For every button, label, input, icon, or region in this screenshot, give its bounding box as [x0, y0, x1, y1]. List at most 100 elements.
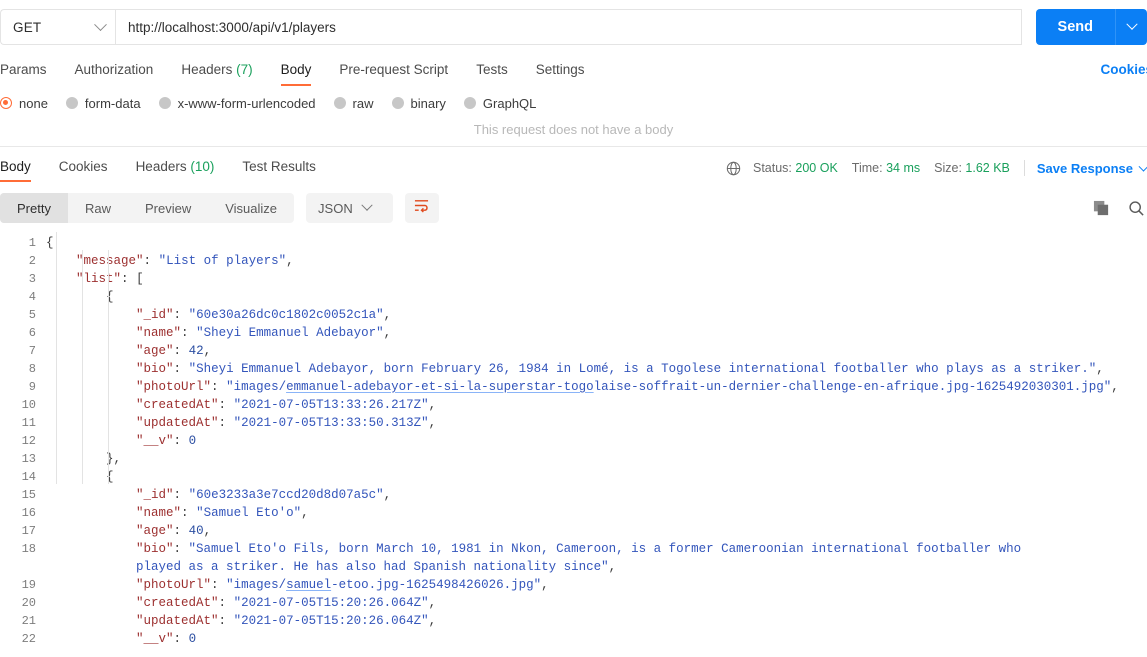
line-number: 13 [21, 452, 36, 466]
http-method-select[interactable]: GET [0, 9, 115, 45]
time-badge[interactable]: Time: 34 ms [852, 161, 920, 175]
code-text: "age": 40, [136, 524, 212, 538]
code-text: "bio": "Samuel Eto'o Fils, born March 10… [136, 542, 1029, 574]
request-tab-params[interactable]: Params [0, 62, 61, 86]
request-tab-headers[interactable]: Headers (7) [167, 62, 266, 86]
indent-guide [56, 232, 57, 484]
code-text: "list": [ [76, 272, 144, 286]
radio-icon [0, 97, 12, 109]
request-tab-label: Pre-request Script [339, 62, 449, 77]
request-url-bar: GET http://localhost:3000/api/v1/players… [0, 0, 1147, 54]
code-line: 11 "updatedAt": "2021-07-05T13:33:50.313… [0, 414, 1147, 432]
line-number: 16 [21, 506, 36, 520]
request-tab-pre-request-script[interactable]: Pre-request Script [325, 62, 462, 86]
response-actions [1093, 200, 1145, 217]
response-tab-label: Headers [135, 159, 187, 174]
view-mode-visualize[interactable]: Visualize [208, 193, 294, 223]
code-line: 7 "age": 42, [0, 342, 1147, 360]
body-type-binary[interactable]: binary [391, 95, 446, 111]
line-number: 8 [28, 362, 36, 376]
line-number: 22 [21, 632, 36, 646]
body-type-raw[interactable]: raw [333, 96, 374, 111]
body-type-label: none [19, 95, 48, 111]
code-text: { [106, 470, 114, 484]
view-mode-label: Raw [84, 200, 111, 216]
status-badge[interactable]: Status: 200 OK [753, 161, 838, 175]
code-text: "bio": "Sheyi Emmanuel Adebayor, born Fe… [136, 362, 1104, 376]
empty-body-message: This request does not have a body [473, 122, 674, 137]
send-button[interactable]: Send [1035, 9, 1115, 45]
body-type-graphql[interactable]: GraphQL [463, 96, 536, 111]
response-view-mode-group: Pretty Raw Preview Visualize [0, 193, 295, 223]
request-tab-authorization[interactable]: Authorization [61, 62, 168, 86]
code-line: 3 "list": [ [0, 270, 1147, 288]
url-value: http://localhost:3000/api/v1/players [128, 19, 336, 35]
view-mode-raw[interactable]: Raw [68, 193, 128, 223]
postman-window: GET http://localhost:3000/api/v1/players… [0, 0, 1147, 657]
code-line: 1{ [0, 234, 1147, 252]
empty-body-area: This request does not have a body [0, 116, 1147, 146]
wrap-lines-button[interactable] [404, 193, 439, 223]
response-tab-headers[interactable]: Headers (10) [122, 159, 229, 182]
line-number: 7 [28, 344, 36, 358]
response-tab-label: Body [0, 159, 31, 174]
view-mode-pretty[interactable]: Pretty [0, 193, 68, 223]
status-label: Status: [753, 161, 792, 175]
code-line: 8 "bio": "Sheyi Emmanuel Adebayor, born … [0, 360, 1147, 378]
code-line: 10 "createdAt": "2021-07-05T13:33:26.217… [0, 396, 1147, 414]
body-type-label: binary [410, 95, 446, 111]
code-line: 20 "createdAt": "2021-07-05T15:20:26.064… [0, 594, 1147, 612]
send-button-group: Send [1035, 9, 1147, 45]
response-tab-label: Cookies [58, 159, 108, 174]
copy-icon[interactable] [1093, 200, 1110, 217]
radio-icon [391, 97, 404, 109]
response-tab-cookies[interactable]: Cookies [45, 159, 122, 182]
code-text: "__v": 0 [136, 632, 197, 646]
send-options-button[interactable] [1115, 9, 1147, 45]
code-text: }, [106, 452, 122, 466]
request-tab-label: Headers [181, 62, 233, 77]
line-number: 18 [21, 542, 36, 556]
body-type-form-data[interactable]: form-data [65, 96, 141, 111]
request-tab-bar: Params Authorization Headers (7) Body Pre-re… [0, 54, 1147, 86]
response-tab-test-results[interactable]: Test Results [228, 159, 330, 182]
body-type-x-www-form-urlencoded[interactable]: x-www-form-urlencoded [158, 96, 316, 111]
body-type-none[interactable]: none [0, 96, 48, 111]
line-number: 19 [21, 578, 36, 592]
response-tab-body[interactable]: Body [0, 159, 45, 182]
body-type-radio-group: none form-data x-www-form-urlencoded raw bin… [0, 86, 1147, 116]
size-value: 1.62 KB [965, 161, 1010, 175]
chevron-down-icon [1138, 161, 1147, 176]
code-text: "createdAt": "2021-07-05T15:20:26.064Z", [136, 596, 437, 610]
view-mode-label: Pretty [17, 200, 51, 216]
response-body-viewer[interactable]: 1{2 "message": "List of players", 3 "list… [0, 232, 1147, 646]
request-tab-label: Tests [476, 62, 508, 77]
chevron-down-icon [94, 17, 107, 31]
response-format-label: JSON [318, 200, 353, 216]
divider [1023, 160, 1025, 176]
response-tab-count: (10) [186, 159, 215, 174]
cookies-link[interactable]: Cookies [1100, 62, 1147, 77]
line-number: 3 [28, 272, 36, 286]
request-tab-count: (7) [232, 62, 253, 77]
wrap-text-icon [413, 198, 430, 218]
save-response-button[interactable]: Save Response [1037, 161, 1147, 176]
size-badge[interactable]: Size: 1.62 KB [934, 161, 1010, 175]
url-input[interactable]: http://localhost:3000/api/v1/players [115, 9, 1022, 45]
view-mode-preview[interactable]: Preview [128, 193, 208, 223]
code-line: 19 "photoUrl": "images/samuel-etoo.jpg-1… [0, 576, 1147, 594]
search-icon[interactable] [1128, 200, 1145, 217]
response-status-group: Status: 200 OK Time: 34 ms Size: 1.62 KB… [726, 160, 1147, 176]
line-number: 14 [21, 470, 36, 484]
save-response-label: Save Response [1036, 160, 1133, 176]
code-text: { [46, 236, 54, 250]
request-tab-tests[interactable]: Tests [462, 62, 522, 86]
response-tab-bar: Body Cookies Headers (10) Test Results Stat… [0, 152, 1147, 182]
code-text: "_id": "60e3233a3e7ccd20d8d07a5c", [136, 488, 392, 502]
response-format-select[interactable]: JSON [306, 193, 393, 223]
response-view-toolbar: Pretty Raw Preview Visualize JSON [0, 188, 1147, 228]
request-tab-settings[interactable]: Settings [522, 62, 599, 86]
line-number: 21 [21, 614, 36, 628]
code-line: 13 }, [0, 450, 1147, 468]
request-tab-body[interactable]: Body [267, 62, 326, 86]
